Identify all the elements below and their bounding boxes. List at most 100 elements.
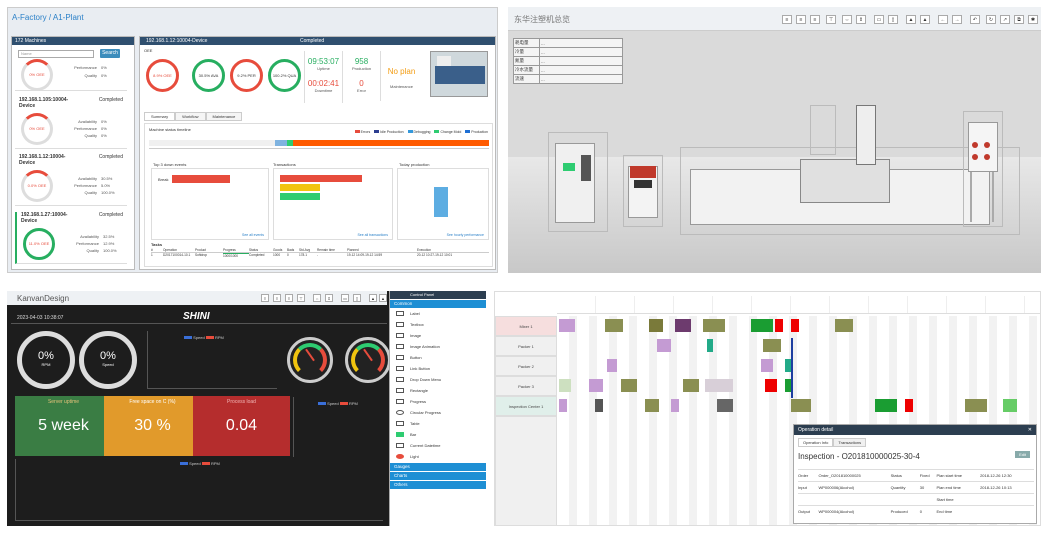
operation-block[interactable]: [675, 319, 691, 332]
operation-block[interactable]: [791, 319, 799, 332]
close-icon[interactable]: ✕: [1028, 425, 1032, 435]
arrow-left-icon[interactable]: ←: [938, 15, 948, 24]
operation-block[interactable]: [645, 399, 659, 412]
align-center-icon[interactable]: ≡: [273, 294, 281, 302]
operation-block[interactable]: [559, 379, 571, 392]
align-top-icon[interactable]: ⊤: [826, 15, 836, 24]
tab-operation-info[interactable]: Operation Info: [798, 438, 834, 447]
distribute-icon[interactable]: ⇔: [842, 15, 852, 24]
section-others[interactable]: Others: [390, 481, 486, 489]
status-timeline[interactable]: [149, 140, 489, 146]
device-card[interactable]: 192.168.1.12:10004-Device Completed 0.0%…: [15, 154, 127, 206]
widget-progress[interactable]: Progress: [390, 396, 486, 407]
device-card[interactable]: 0% OEE Performance 0% Quality 0%: [15, 59, 127, 91]
search-input[interactable]: Name: [18, 50, 94, 58]
tab-maintenance[interactable]: Maintenance: [205, 112, 243, 121]
lane-packer-2[interactable]: Packer 2: [495, 356, 557, 376]
align-left-icon[interactable]: ≡: [782, 15, 792, 24]
operation-block[interactable]: [607, 359, 617, 372]
widget-circular-progress[interactable]: Circular Progress: [390, 407, 486, 418]
operation-block[interactable]: [707, 339, 713, 352]
align-right-icon[interactable]: ≡: [810, 15, 820, 24]
lane-packer-1[interactable]: Packer 1: [495, 336, 557, 356]
widget-image-animation[interactable]: Image Animation: [390, 341, 486, 352]
widget-light[interactable]: Light: [390, 451, 486, 462]
distribute-v-icon[interactable]: ⇕: [856, 15, 866, 24]
operation-block[interactable]: [717, 399, 733, 412]
align-center-icon[interactable]: ≡: [796, 15, 806, 24]
widget-table[interactable]: Table: [390, 418, 486, 429]
operation-block[interactable]: [875, 399, 897, 412]
operation-block[interactable]: [671, 399, 679, 412]
widget-bar[interactable]: Bar: [390, 429, 486, 440]
operation-block[interactable]: [905, 399, 913, 412]
size-icon[interactable]: ▭: [341, 294, 349, 302]
layer-up-icon[interactable]: ▲: [906, 15, 916, 24]
copy-icon[interactable]: ⧉: [1014, 15, 1024, 24]
temp-controller[interactable]: [623, 155, 663, 227]
widget-textbox[interactable]: Textbox: [390, 319, 486, 330]
widget-current-datetime[interactable]: Current Datetime: [390, 440, 486, 451]
operation-block[interactable]: [703, 319, 725, 332]
gear-icon[interactable]: ✱: [1028, 15, 1038, 24]
section-common[interactable]: Common: [390, 300, 486, 308]
breadcrumb[interactable]: A-Factory / A1-Plant: [12, 13, 84, 22]
undo-icon[interactable]: ↶: [970, 15, 980, 24]
operation-block[interactable]: [751, 319, 773, 332]
section-charts[interactable]: Charts: [390, 472, 486, 480]
lane-mixer-1[interactable]: Mixer 1: [495, 316, 557, 336]
pin-icon[interactable]: ↗: [1000, 15, 1010, 24]
size2-icon[interactable]: ▯: [888, 15, 898, 24]
size-icon[interactable]: ▭: [874, 15, 884, 24]
operation-block[interactable]: [705, 379, 733, 392]
device-card-selected[interactable]: 192.168.1.27:10004-Device Completed 11.0…: [15, 212, 127, 264]
operation-block[interactable]: [657, 339, 671, 352]
widget-image[interactable]: Image: [390, 330, 486, 341]
operation-block[interactable]: [791, 399, 811, 412]
operation-block[interactable]: [683, 379, 699, 392]
operation-block[interactable]: [621, 379, 637, 392]
operation-block[interactable]: [649, 319, 663, 332]
operation-block[interactable]: [763, 339, 781, 352]
page-title: KanvanDesign: [17, 294, 70, 303]
widget-link-button[interactable]: Link Button: [390, 363, 486, 374]
operation-block[interactable]: [589, 379, 603, 392]
operation-block[interactable]: [559, 399, 567, 412]
layer-down-icon[interactable]: ▲: [920, 15, 930, 24]
table-row[interactable]: 1 D2017100014-10.1 Softdrop 1000/1000 Comple…: [151, 253, 489, 258]
align-top-icon[interactable]: ⊤: [297, 294, 305, 302]
size2-icon[interactable]: ▯: [353, 294, 361, 302]
widget-dropdown-menu[interactable]: Drop Down Menu: [390, 374, 486, 385]
layer-down-icon[interactable]: ▲: [379, 294, 387, 302]
operation-block[interactable]: [835, 319, 853, 332]
lane-inspection-center-1[interactable]: Inspection Center 1: [495, 396, 557, 416]
distribute-v-icon[interactable]: ⇕: [325, 294, 333, 302]
device-card[interactable]: 192.168.1.105:10004-Device Completed 0% …: [15, 97, 127, 149]
operation-block[interactable]: [965, 399, 987, 412]
lane-packer-3[interactable]: Packer 3: [495, 376, 557, 396]
operation-block[interactable]: [1003, 399, 1017, 412]
operation-block[interactable]: [761, 359, 773, 372]
tab-transactions[interactable]: Transactions: [833, 438, 867, 447]
align-right-icon[interactable]: ≡: [285, 294, 293, 302]
operation-block[interactable]: [775, 319, 783, 332]
distribute-icon[interactable]: ⇔: [313, 294, 321, 302]
layer-up-icon[interactable]: ▲: [369, 294, 377, 302]
align-left-icon[interactable]: ≡: [261, 294, 269, 302]
dryer-machine[interactable]: [548, 132, 608, 232]
tab-summary[interactable]: Summary: [144, 112, 176, 121]
control-cabinet[interactable]: [963, 111, 1003, 227]
tab-workflow[interactable]: Workflow: [175, 112, 206, 121]
widget-rectangle[interactable]: Rectangle: [390, 385, 486, 396]
widget-button[interactable]: Button: [390, 352, 486, 363]
rotate-icon[interactable]: ↻: [986, 15, 996, 24]
operation-block[interactable]: [765, 379, 777, 392]
operation-block[interactable]: [559, 319, 575, 332]
arrow-right-icon[interactable]: →: [952, 15, 962, 24]
operation-block[interactable]: [605, 319, 623, 332]
section-gauges[interactable]: Gauges: [390, 463, 486, 471]
operation-block[interactable]: [595, 399, 603, 412]
edit-button[interactable]: Edit: [1015, 451, 1030, 458]
search-button[interactable]: Search: [100, 49, 120, 58]
widget-label[interactable]: Label: [390, 308, 486, 319]
